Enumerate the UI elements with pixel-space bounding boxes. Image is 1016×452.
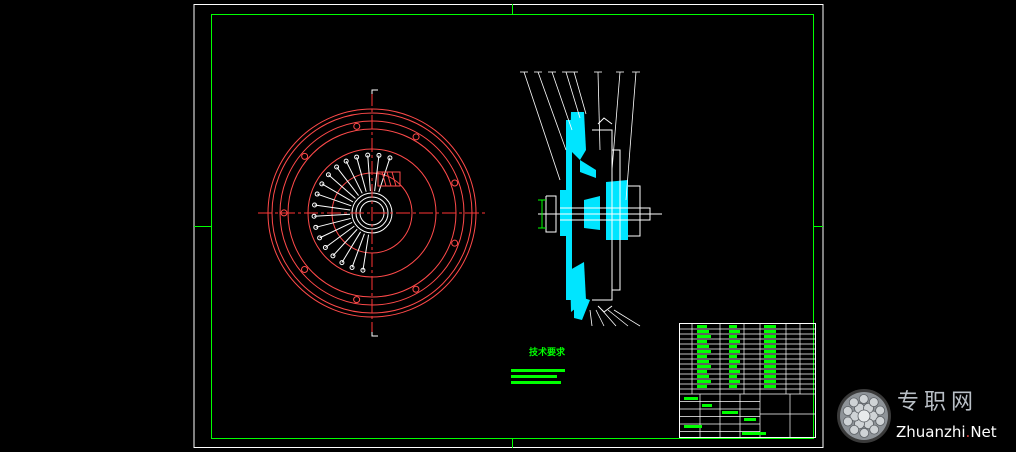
- parts-list-entry: [729, 375, 737, 378]
- title-block-entry: [684, 397, 698, 400]
- parts-list-entry: [697, 370, 707, 373]
- title-block-entry: [744, 418, 756, 421]
- parts-list-entry: [697, 330, 709, 333]
- parts-list-entry: [729, 340, 740, 343]
- parts-list-entry: [764, 325, 776, 328]
- parts-list-entry: [764, 375, 776, 378]
- parts-list-entry: [729, 325, 737, 328]
- parts-list-entry: [697, 350, 711, 353]
- parts-list-entry: [697, 340, 707, 343]
- watermark-en-tld: Net: [970, 423, 997, 441]
- parts-list-entry: [764, 340, 776, 343]
- parts-list-entry: [764, 385, 776, 388]
- logo-bump: [849, 424, 860, 435]
- parts-list-entry: [697, 360, 709, 363]
- parts-list-entry: [764, 335, 776, 338]
- logo-bump: [868, 397, 879, 408]
- parts-list-entry: [764, 360, 776, 363]
- parts-list-entry: [729, 380, 740, 383]
- title-block-entry: [684, 425, 702, 428]
- cad-drawing-canvas: 技术要求: [0, 0, 1016, 452]
- parts-list-entry: [697, 375, 709, 378]
- logo-bump: [875, 405, 885, 416]
- requirements-text-lines: [511, 369, 565, 384]
- logo-bump: [869, 424, 880, 435]
- parts-list-entry: [764, 355, 776, 358]
- parts-list-entry: [729, 365, 737, 368]
- parts-list-entry: [764, 370, 776, 373]
- title-block-entry: [702, 404, 712, 407]
- logo-bump: [858, 394, 869, 404]
- watermark-name-cn: 专职网: [897, 390, 979, 415]
- parts-list-entry: [764, 350, 776, 353]
- requirements-heading: 技术要求: [529, 346, 566, 358]
- logo-bump: [848, 397, 859, 408]
- parts-list-entry: [729, 355, 737, 358]
- logo-bump: [875, 416, 886, 426]
- title-block-entry: [742, 432, 766, 435]
- parts-list-entry: [697, 325, 707, 328]
- parts-list-entry: [729, 330, 740, 333]
- parts-list-entry: [729, 385, 737, 388]
- logo-bump: [843, 416, 853, 427]
- parts-list-entry: [697, 365, 711, 368]
- watermark-name-en: Zhuanzhi.Net: [896, 425, 997, 440]
- parts-list-entry: [729, 360, 740, 363]
- parts-list-entry: [764, 345, 776, 348]
- parts-list-entry: [729, 350, 740, 353]
- logo-bump: [842, 406, 853, 416]
- parts-list-entry: [729, 345, 737, 348]
- watermark-en-main: Zhuanzhi: [896, 423, 966, 441]
- spiky-sphere-logo: [837, 389, 891, 443]
- parts-list-entry: [764, 380, 776, 383]
- parts-list-entry: [697, 380, 711, 383]
- parts-list-entry: [764, 330, 776, 333]
- parts-list-entry: [764, 365, 776, 368]
- parts-list-entry: [697, 345, 709, 348]
- parts-list-entry: [729, 370, 740, 373]
- title-block-entry: [722, 411, 738, 414]
- logo-bump: [859, 428, 870, 438]
- parts-list-entry: [697, 335, 711, 338]
- parts-list-entry: [697, 385, 707, 388]
- parts-list-entry: [697, 355, 707, 358]
- drawing-background: [0, 0, 1016, 452]
- parts-list-entry: [729, 335, 737, 338]
